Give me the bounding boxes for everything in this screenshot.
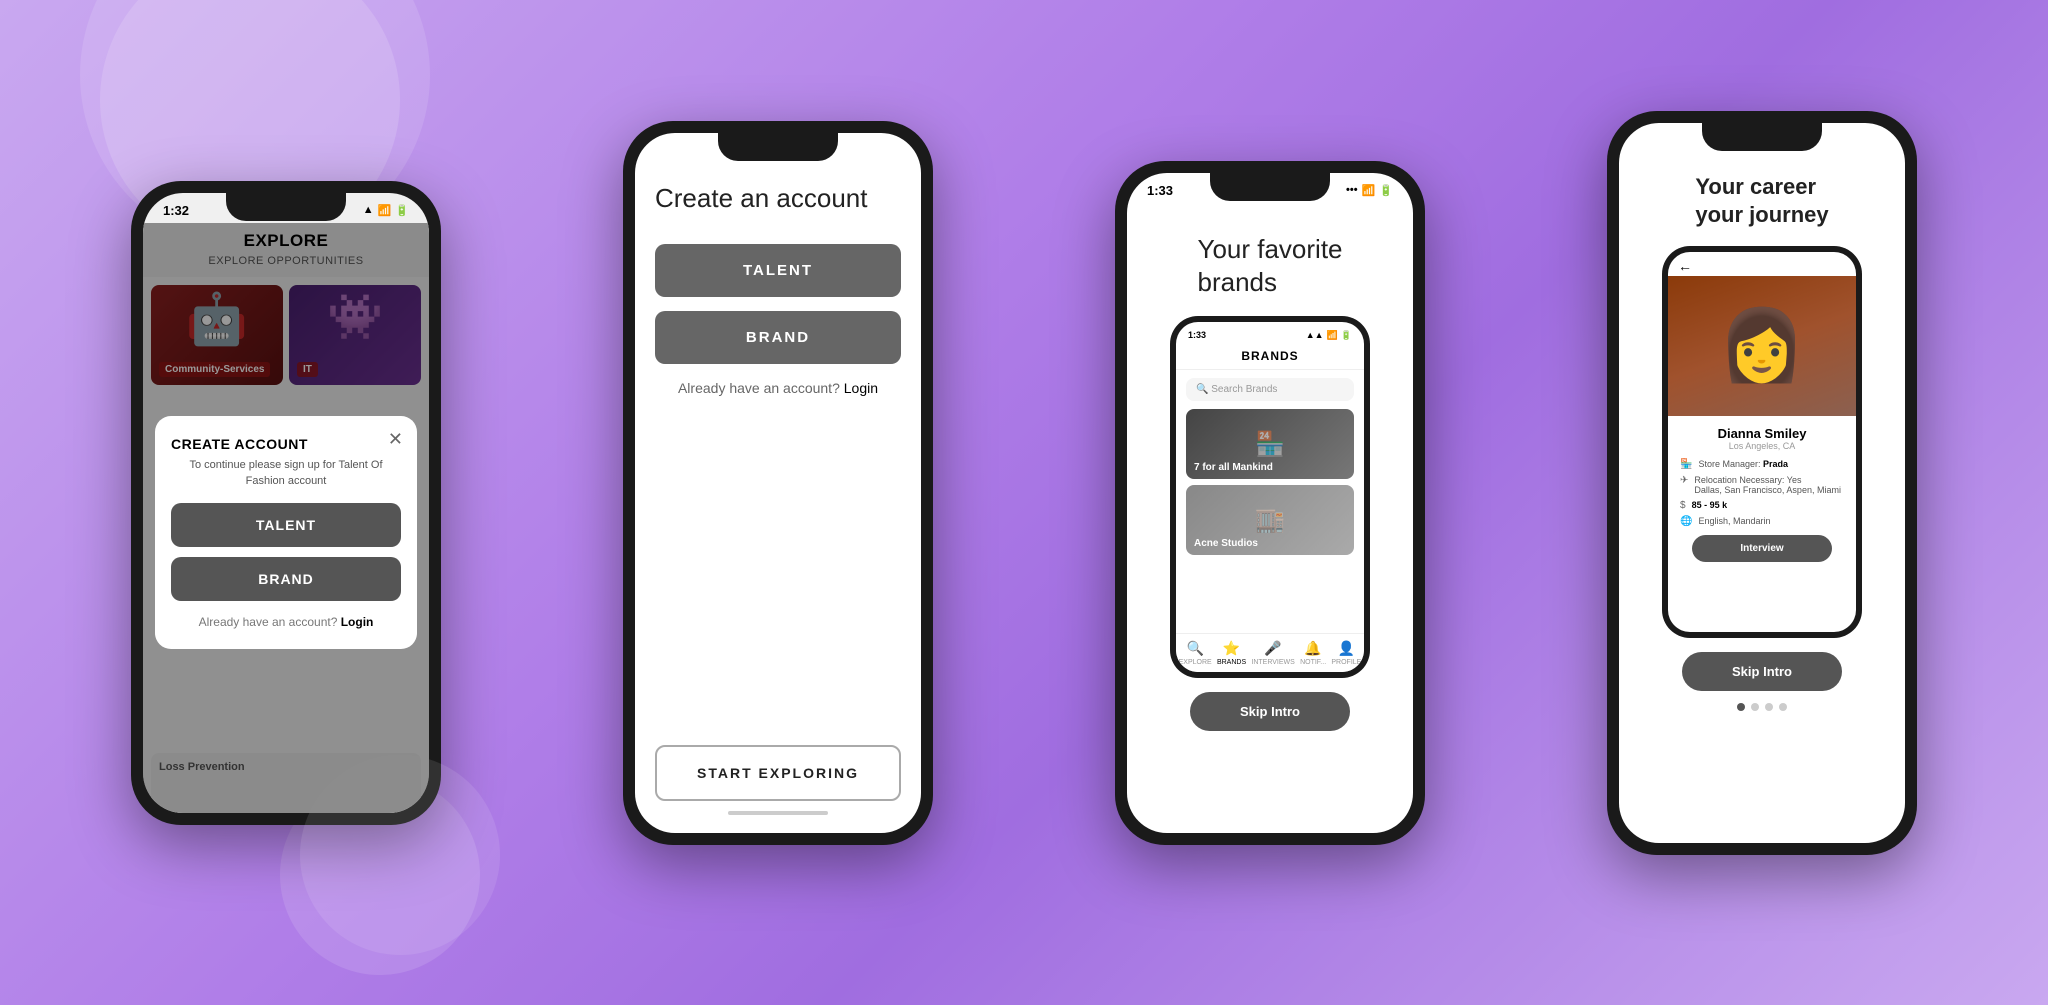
back-arrow-icon[interactable]: ← <box>1678 258 1692 274</box>
phone-1-screen: 1:32 ▲ 📶 🔋 EXPLORE EXPLORE OPPORTUNITIES… <box>143 193 429 813</box>
battery-icon-p3: 🔋 <box>1379 184 1393 197</box>
notifications-icon: 🔔 <box>1304 640 1321 657</box>
nav-interviews[interactable]: 🎤 INTERVIEWS <box>1251 640 1294 666</box>
nav-brands[interactable]: ⭐ BRANDS <box>1217 640 1246 666</box>
modal-overlay[interactable]: ✕ CREATE ACCOUNT To continue please sign… <box>143 223 429 813</box>
dot-3 <box>1765 703 1773 711</box>
skip-intro-button-p4[interactable]: Skip Intro <box>1682 652 1842 691</box>
phone-4-notch <box>1702 123 1822 151</box>
phone-2-notch <box>718 133 838 161</box>
dot-2 <box>1751 703 1759 711</box>
profile-phone-wrapper: ← 👩 Dianna Smiley Los Angeles, CA <box>1662 246 1862 638</box>
phone-4: Your career your journey ← 👩 <box>1607 111 1917 855</box>
profile-location: Los Angeles, CA <box>1680 441 1844 451</box>
profile-relocation-detail: ✈ Relocation Necessary: Yes Dallas, San … <box>1680 475 1844 495</box>
career-title: Your career your journey <box>1695 173 1828 230</box>
phone-2-bottom: START EXPLORING <box>635 745 921 833</box>
brand2-label: Acne Studios <box>1194 538 1258 549</box>
brand1-label: 7 for all Mankind <box>1194 462 1273 473</box>
profile-phone: ← 👩 Dianna Smiley Los Angeles, CA <box>1662 246 1862 638</box>
nav-notifications[interactable]: 🔔 NOTIF... <box>1300 640 1326 666</box>
location-icon: ✈ <box>1680 475 1688 486</box>
profile-back-area: ← <box>1668 252 1856 276</box>
skip-intro-button-p3[interactable]: Skip Intro <box>1190 692 1350 731</box>
brands-hero-title: Your favorite brands <box>1197 233 1342 301</box>
language-icon: 🌐 <box>1680 516 1692 527</box>
phone-4-screen: Your career your journey ← 👩 <box>1619 123 1905 843</box>
inner-status-bar-p3: 1:33 ▲▲ 📶 🔋 <box>1176 322 1364 345</box>
role-value: Prada <box>1763 459 1788 469</box>
wifi-icon: 📶 <box>378 204 392 217</box>
nav-profile[interactable]: 👤 PROFILE <box>1331 640 1361 666</box>
phone-3-notch <box>1210 173 1330 201</box>
brand-button-p2[interactable]: BRAND <box>655 311 901 364</box>
inner-battery: 🔋 <box>1341 330 1352 341</box>
profile-photo: 👩 <box>1718 305 1805 387</box>
phone-1-content: EXPLORE EXPLORE OPPORTUNITIES 🤖 Communit… <box>143 223 429 813</box>
signal-icon: ▲ <box>363 204 374 216</box>
brand-button[interactable]: BRAND <box>171 557 401 601</box>
modal-title: CREATE ACCOUNT <box>171 436 401 452</box>
talent-button-p2[interactable]: TALENT <box>655 244 901 297</box>
phone-2: Create an account TALENT BRAND Already h… <box>623 121 933 845</box>
battery-icon: 🔋 <box>395 204 409 217</box>
inner-phone-p3: 1:33 ▲▲ 📶 🔋 BRANDS 🔍 Search Brands <box>1170 316 1370 678</box>
start-exploring-button[interactable]: START EXPLORING <box>655 745 901 801</box>
store-icon: 🏪 <box>1680 459 1692 470</box>
profile-icon: 👤 <box>1338 640 1355 657</box>
phone-1-time: 1:32 <box>163 203 189 218</box>
talent-button[interactable]: TALENT <box>171 503 401 547</box>
brand-card-1[interactable]: 🏪 7 for all Mankind <box>1186 409 1354 479</box>
create-account-title: Create an account <box>655 183 901 214</box>
profile-image-area: 👩 <box>1668 276 1856 416</box>
profile-role-detail: 🏪 Store Manager: Prada <box>1680 459 1844 470</box>
phone-1-notch <box>226 193 346 221</box>
create-account-modal: ✕ CREATE ACCOUNT To continue please sign… <box>155 416 417 649</box>
nav-explore[interactable]: 🔍 EXPLORE <box>1179 640 1212 666</box>
phone-3-content: Your favorite brands 1:33 ▲▲ 📶 🔋 <box>1127 203 1413 732</box>
profile-languages-detail: 🌐 English, Mandarin <box>1680 516 1844 527</box>
inner-signal: ▲▲ <box>1306 330 1324 341</box>
already-account-text-p2: Already have an account? Login <box>655 380 901 396</box>
home-indicator-p2 <box>728 811 828 815</box>
phone-3: 1:33 ••• 📶 🔋 Your favorite brands 1:33 <box>1115 161 1425 845</box>
brand-card-2[interactable]: 🏬 Acne Studios <box>1186 485 1354 555</box>
phone-3-screen: 1:33 ••• 📶 🔋 Your favorite brands 1:33 <box>1127 173 1413 833</box>
login-link[interactable]: Login <box>341 615 374 629</box>
brands-header: BRANDS <box>1176 345 1364 370</box>
dot-4 <box>1779 703 1787 711</box>
phone-2-screen: Create an account TALENT BRAND Already h… <box>635 133 921 833</box>
brands-icon: ⭐ <box>1223 640 1240 657</box>
already-account-text: Already have an account? Login <box>171 615 401 629</box>
profile-salary-detail: $ 85 - 95 k <box>1680 500 1844 511</box>
inner-bottom-nav: 🔍 EXPLORE ⭐ BRANDS 🎤 INTERVIEWS 🔔 <box>1176 633 1364 672</box>
inner-phone-screen-p3: 1:33 ▲▲ 📶 🔋 BRANDS 🔍 Search Brands <box>1176 322 1364 672</box>
dot-1 <box>1737 703 1745 711</box>
signal-icon-p3: ••• <box>1346 184 1358 196</box>
wifi-icon-p3: 📶 <box>1362 184 1376 197</box>
profile-info: Dianna Smiley Los Angeles, CA 🏪 Store Ma… <box>1668 416 1856 580</box>
modal-subtitle: To continue please sign up for Talent Of… <box>171 458 401 489</box>
create-account-page: Create an account TALENT BRAND Already h… <box>635 133 921 745</box>
salary-icon: $ <box>1680 500 1686 511</box>
inner-wifi: 📶 <box>1327 330 1338 341</box>
phone-1: 1:32 ▲ 📶 🔋 EXPLORE EXPLORE OPPORTUNITIES… <box>131 181 441 825</box>
interview-button[interactable]: Interview <box>1692 535 1832 562</box>
phone-3-time: 1:33 <box>1147 183 1173 198</box>
login-link-p2[interactable]: Login <box>844 380 878 396</box>
profile-name: Dianna Smiley <box>1680 426 1844 441</box>
profile-phone-screen: ← 👩 Dianna Smiley Los Angeles, CA <box>1668 252 1856 632</box>
phone-4-content: Your career your journey ← 👩 <box>1619 123 1905 711</box>
interviews-icon: 🎤 <box>1264 640 1281 657</box>
dots-indicator <box>1737 703 1787 711</box>
modal-close-button[interactable]: ✕ <box>388 430 403 448</box>
explore-icon: 🔍 <box>1186 640 1203 657</box>
brands-search[interactable]: 🔍 Search Brands <box>1186 378 1354 401</box>
